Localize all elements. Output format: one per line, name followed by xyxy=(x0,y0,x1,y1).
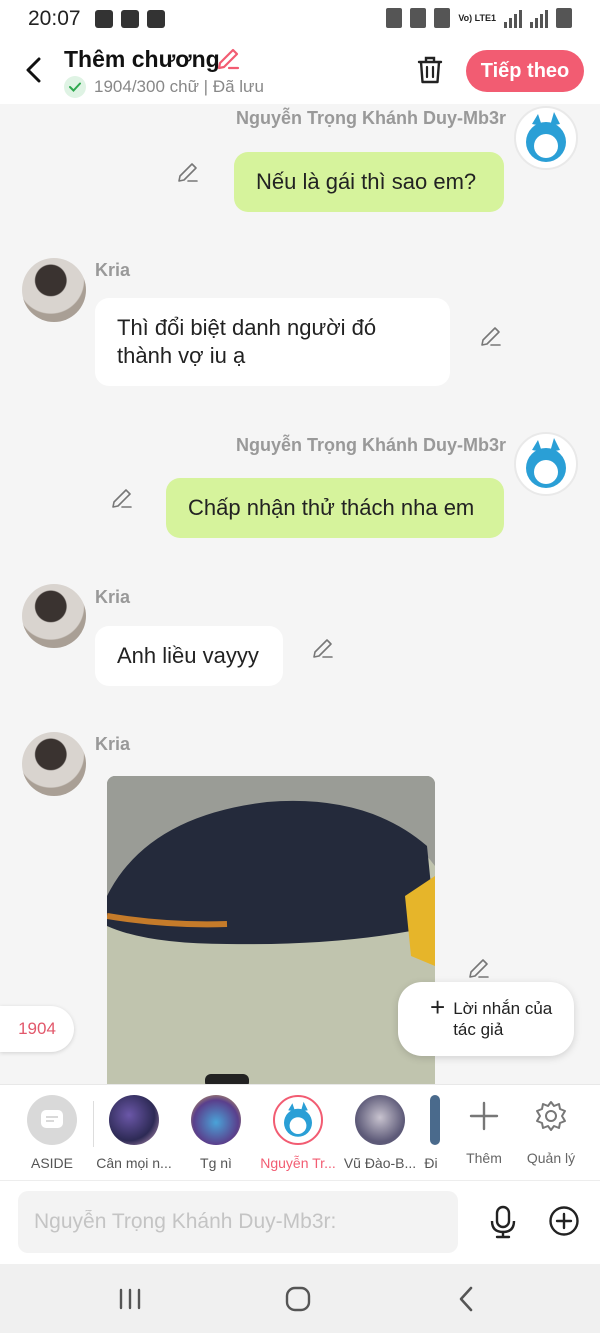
character-name: Tg nì xyxy=(200,1155,232,1171)
avatar xyxy=(191,1095,241,1145)
sender-name: Kria xyxy=(95,260,131,280)
character-aside[interactable]: ASIDE xyxy=(12,1095,92,1171)
author-note-label: Lời nhắn của tác giả xyxy=(453,999,553,1039)
add-circle-icon[interactable] xyxy=(548,1205,580,1237)
compose-bar xyxy=(0,1180,600,1264)
page-title: Thêm chương xyxy=(64,46,220,72)
character-name: ASIDE xyxy=(30,1155,73,1171)
message-bubble[interactable]: Thì đổi biệt danh người đó thành vợ iu ạ xyxy=(95,298,450,386)
character-name: Cân mọi n... xyxy=(96,1155,172,1171)
avatar xyxy=(355,1095,405,1145)
character-name: Vũ Đào-B... xyxy=(343,1155,417,1171)
character-item[interactable]: Tg nì xyxy=(176,1095,256,1171)
character-item[interactable]: Đi xyxy=(416,1095,446,1171)
home-icon xyxy=(285,1286,311,1312)
manage-label: Quản lý xyxy=(526,1150,576,1166)
sender-name: Nguyễn Trọng Khánh Duy-Mb3r xyxy=(236,435,506,455)
back-button[interactable] xyxy=(18,52,48,88)
avatar[interactable] xyxy=(22,258,86,322)
lte-label: Vo) LTE1 xyxy=(458,13,496,23)
chat-area[interactable]: Nguyễn Trọng Khánh Duy-Mb3r Nếu là gái t… xyxy=(0,104,600,1084)
signal-icon-2 xyxy=(530,8,548,28)
sender-name: Nguyễn Trọng Khánh Duy-Mb3r xyxy=(236,108,506,128)
recent-apps-icon xyxy=(119,1288,141,1310)
plus-icon: + xyxy=(430,992,446,1022)
add-label: Thêm xyxy=(466,1150,502,1166)
lock-icon xyxy=(386,8,403,28)
pencil-icon[interactable] xyxy=(467,956,491,980)
pencil-icon[interactable] xyxy=(176,160,200,184)
character-name: Nguyễn Tr... xyxy=(260,1155,336,1171)
header: Thêm chương 1904/300 chữ | Đã lưu Tiếp t… xyxy=(0,38,600,104)
battery-icon xyxy=(556,8,572,28)
message-image[interactable] xyxy=(107,776,435,1084)
edit-title-icon[interactable] xyxy=(215,46,241,72)
avatar[interactable] xyxy=(22,584,86,648)
sender-name: Kria xyxy=(95,734,131,754)
signal-icon xyxy=(504,8,522,28)
avatar[interactable] xyxy=(514,432,578,496)
character-selector: ASIDE Cân mọi n... Tg nì Nguyễn Tr... Vũ… xyxy=(0,1084,600,1180)
avatar[interactable] xyxy=(22,732,86,796)
pencil-icon[interactable] xyxy=(311,636,335,660)
youtube-notification-icon xyxy=(120,10,139,28)
trash-icon[interactable] xyxy=(414,54,446,86)
pencil-icon[interactable] xyxy=(479,324,503,348)
back-icon xyxy=(26,57,41,83)
wifi-icon xyxy=(434,8,451,28)
word-count-status: 1904/300 chữ | Đã lưu xyxy=(94,77,264,96)
word-count-badge[interactable]: 1904 xyxy=(0,1006,74,1052)
check-icon xyxy=(64,76,86,98)
microphone-icon[interactable] xyxy=(488,1205,518,1239)
add-character-button[interactable]: Thêm xyxy=(452,1099,516,1166)
system-nav-bar xyxy=(0,1264,600,1333)
avatar xyxy=(430,1095,440,1145)
sender-name: Kria xyxy=(95,587,131,607)
pencil-icon[interactable] xyxy=(110,486,134,510)
message-bubble[interactable]: Chấp nhận thử thách nha em xyxy=(166,478,504,538)
character-item-active[interactable]: Nguyễn Tr... xyxy=(258,1095,338,1171)
character-item[interactable]: Vũ Đào-B... xyxy=(340,1095,420,1171)
save-status: 1904/300 chữ | Đã lưu xyxy=(64,76,264,98)
mute-icon xyxy=(410,8,427,28)
recent-apps-button[interactable] xyxy=(110,1282,150,1316)
app-notification-icon xyxy=(146,10,165,28)
avatar[interactable] xyxy=(514,106,578,170)
next-button[interactable]: Tiếp theo xyxy=(466,50,584,92)
gallery-notification-icon xyxy=(94,10,113,28)
home-button[interactable] xyxy=(278,1282,318,1316)
avatar xyxy=(273,1095,323,1145)
status-indicators: Vo) LTE1 xyxy=(386,8,572,28)
avatar xyxy=(109,1095,159,1145)
manage-button[interactable]: Quản lý xyxy=(519,1099,583,1166)
aside-icon xyxy=(27,1095,77,1145)
plus-icon xyxy=(469,1101,499,1131)
message-input[interactable] xyxy=(18,1191,458,1253)
nav-back-icon xyxy=(459,1286,473,1312)
status-bar: 20:07 Vo) LTE1 xyxy=(0,0,600,38)
character-item[interactable]: Cân mọi n... xyxy=(94,1095,174,1171)
message-bubble[interactable]: Anh liều vayyy xyxy=(95,626,283,686)
character-name: Đi xyxy=(424,1155,438,1171)
gear-icon xyxy=(536,1101,566,1131)
status-time: 20:07 xyxy=(28,7,81,30)
nav-back-button[interactable] xyxy=(446,1282,486,1316)
message-bubble[interactable]: Nếu là gái thì sao em? xyxy=(234,152,504,212)
author-note-button[interactable]: + Lời nhắn của tác giả xyxy=(398,982,574,1056)
